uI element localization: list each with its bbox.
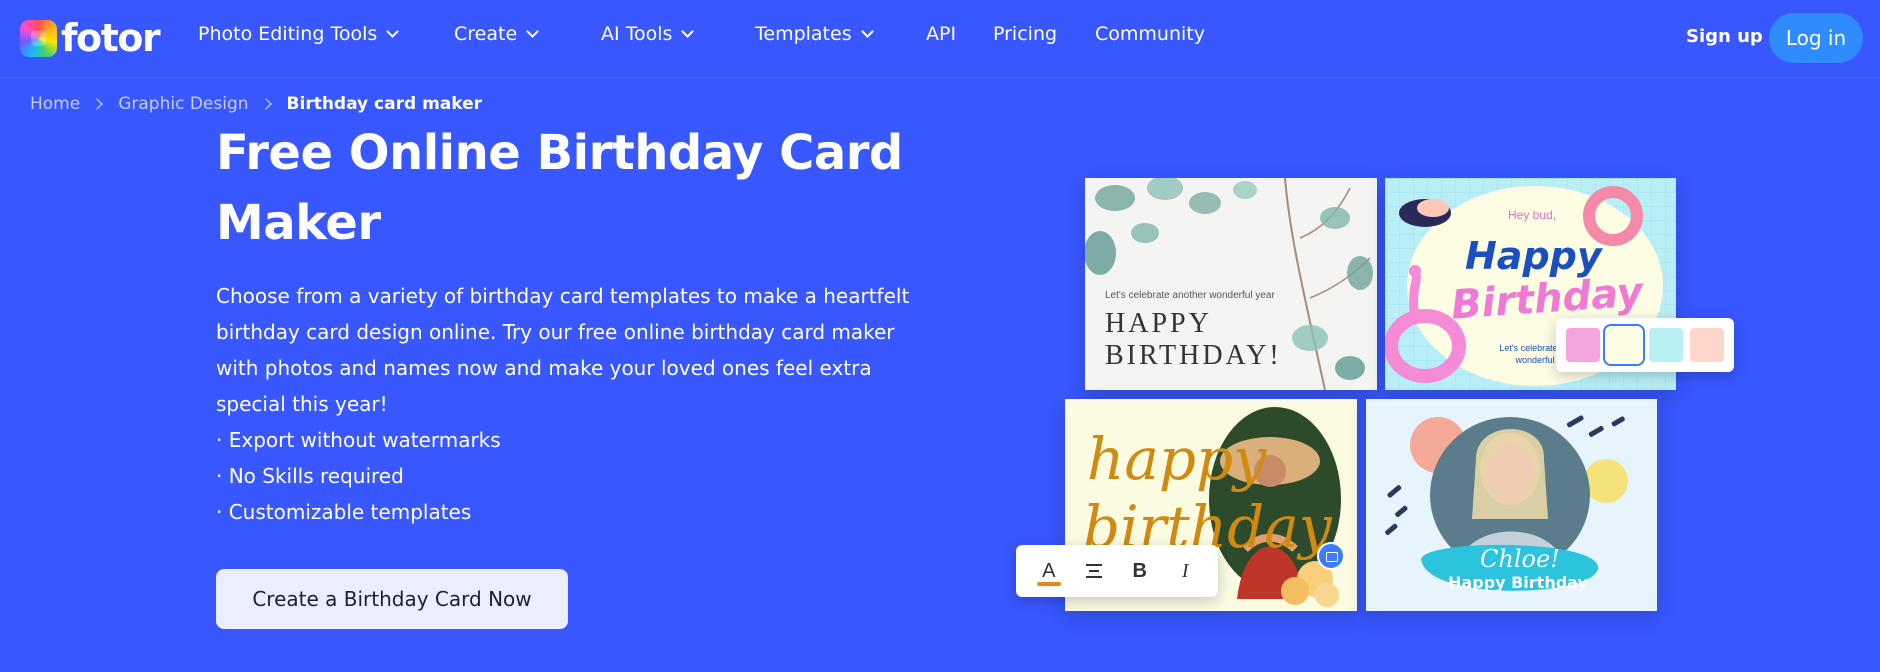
nav-label: AI Tools [601,23,673,45]
nav-api[interactable]: API [926,23,956,45]
breadcrumb: Home Graphic Design Birthday card maker [30,94,482,114]
align-button[interactable] [1077,554,1111,588]
italic-button[interactable]: I [1168,554,1202,588]
chevron-down-icon [860,25,874,38]
nav-pricing[interactable]: Pricing [993,23,1057,45]
nav-photo-editing-tools[interactable]: Photo Editing Tools [198,23,400,45]
chevron-down-icon [681,25,695,38]
feature-bullet: · Customizable templates [216,500,472,524]
bold-button[interactable]: B [1123,554,1157,588]
nav-label: Templates [755,23,852,45]
card-heading-happy: Happy [1465,234,1602,278]
nav-label: Create [454,23,518,45]
hero-description: Choose from a variety of birthday card t… [216,284,910,416]
fotor-logo-icon [20,19,57,57]
nav-label: Pricing [993,23,1058,45]
chevron-down-icon [526,25,540,38]
color-swatch-selected[interactable] [1603,324,1646,366]
template-card-chloe[interactable]: Chloe! Happy Birthday [1366,399,1657,611]
nav-label: Photo Editing Tools [198,23,378,45]
card-subtitle: Let's celebrate another wonderful year [1105,290,1275,301]
logo-text: fotor [61,16,161,60]
page-title: Free Online Birthday Card Maker [216,125,903,251]
italic-icon: I [1181,559,1189,582]
card-heading: Happy Birthday [1448,573,1588,592]
color-swatch[interactable] [1690,328,1725,362]
breadcrumb-graphic-design[interactable]: Graphic Design [118,94,248,114]
chevron-down-icon [386,25,400,38]
template-card-happy-birthday-leaves[interactable]: Let's celebrate another wonderful year H… [1085,178,1377,390]
text-color-button[interactable]: A [1032,554,1066,588]
text-color-icon: A [1042,559,1056,582]
chevron-right-icon [259,98,272,110]
align-center-icon [1086,564,1103,578]
top-navbar: fotor Photo Editing Tools Create AI Tool… [0,0,1880,78]
replace-image-icon[interactable] [1317,542,1345,570]
nav-label: API [926,23,957,45]
color-swatch[interactable] [1565,328,1600,362]
feature-bullet: · No Skills required [216,464,404,488]
nav-ai-tools[interactable]: AI Tools [601,23,695,45]
login-button[interactable]: Log in [1769,13,1863,63]
text-format-toolbar: A B I [1016,545,1218,597]
color-swatch[interactable] [1648,328,1683,362]
breadcrumb-home[interactable]: Home [30,94,80,114]
nav-templates[interactable]: Templates [755,23,874,45]
nav-create[interactable]: Create [454,23,540,45]
card-name: Chloe! [1480,545,1560,573]
fotor-logo[interactable]: fotor [20,16,161,60]
breadcrumb-current: Birthday card maker [286,94,483,114]
card-greeting: Hey bud, [1508,208,1557,222]
signup-link[interactable]: Sign up [1686,26,1763,47]
chevron-right-icon [91,98,103,110]
bold-icon: B [1132,559,1147,582]
nav-label: Community [1095,23,1205,45]
feature-bullet: · Export without watermarks [216,428,501,452]
color-swatch-panel [1556,318,1734,372]
card-heading: HAPPY BIRTHDAY! [1105,308,1282,371]
nav-community[interactable]: Community [1095,23,1205,45]
card-heading-happy: happy [1087,425,1266,493]
create-birthday-card-button[interactable]: Create a Birthday Card Now [216,569,568,629]
